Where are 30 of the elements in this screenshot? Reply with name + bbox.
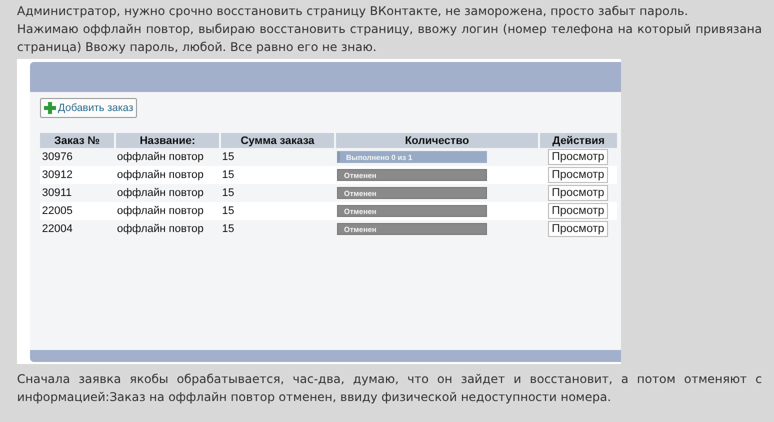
add-order-button[interactable]: Добавить заказ — [40, 98, 138, 118]
table-cell: 15 — [220, 166, 335, 184]
column-header: Сумма заказа — [220, 133, 335, 148]
post-paragraph: Сначала заявка якобы обрабатывается, час-два, думаю, что он зайдет и восстановит, а потом отменяют с информацией:Заказ на оффлайн повтор отменен, ввиду физической недоступности номера. — [17, 371, 762, 406]
table-cell: 30911 — [40, 184, 115, 202]
table-cell: оффлайн повтор — [115, 166, 220, 184]
view-button[interactable]: Просмотр — [548, 167, 608, 183]
column-header: Заказ № — [40, 133, 115, 148]
table-cell: 30912 — [40, 166, 115, 184]
post-paragraph: Администратор, нужно срочно восстановить страницу ВКонтакте, не заморожена, просто забыт пароль. — [17, 3, 690, 20]
table-cell: 22004 — [40, 220, 115, 238]
view-button[interactable]: Просмотр — [548, 221, 608, 237]
column-header: Количество — [335, 133, 539, 148]
view-button[interactable]: Просмотр — [548, 203, 608, 219]
table-cell: 15 — [220, 184, 335, 202]
table-cell: 30976 — [40, 148, 115, 166]
view-button[interactable]: Просмотр — [548, 149, 608, 165]
table-cell: 15 — [220, 220, 335, 238]
table-cell: оффлайн повтор — [115, 220, 220, 238]
table-cell: 15 — [220, 202, 335, 220]
column-header: Действия — [539, 133, 617, 148]
table-cell: 15 — [220, 148, 335, 166]
table-cell: 22005 — [40, 202, 115, 220]
table-cell: оффлайн повтор — [115, 184, 220, 202]
post-paragraph: Нажимаю оффлайн повтор, выбираю восстановить страницу, ввожу логин (номер телефона на который привязана страница) Ввожу пароль, любой. Все равно его не знаю. — [17, 21, 762, 56]
view-button[interactable]: Просмотр — [548, 185, 608, 201]
table-cell: оффлайн повтор — [115, 202, 220, 220]
column-header: Название: — [115, 133, 220, 148]
plus-icon — [44, 102, 56, 114]
table-cell: оффлайн повтор — [115, 148, 220, 166]
